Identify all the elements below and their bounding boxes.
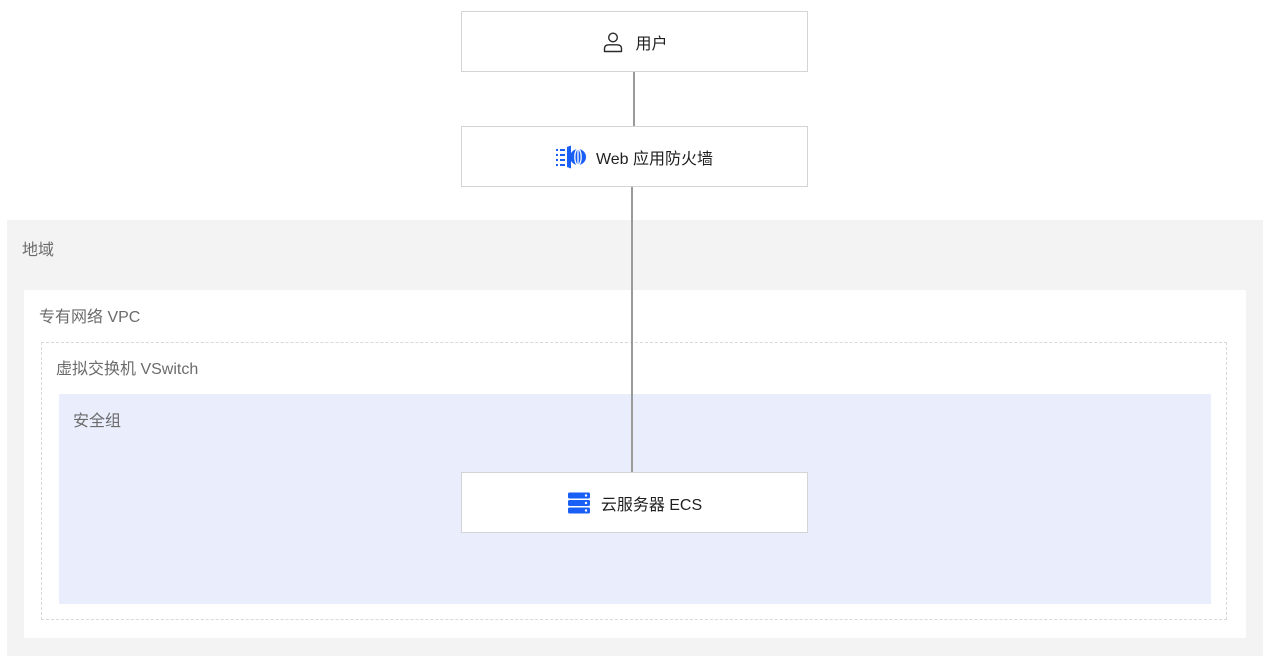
user-node[interactable]: 用户 — [461, 11, 808, 72]
ecs-node[interactable]: 云服务器 ECS — [461, 472, 808, 533]
vswitch-label: 虚拟交换机 VSwitch — [56, 361, 199, 378]
user-label: 用户 — [635, 35, 668, 53]
connector-waf-ecs — [631, 187, 633, 472]
web-firewall-icon — [555, 145, 586, 169]
waf-node[interactable]: Web 应用防火墙 — [461, 126, 808, 187]
ecs-label: 云服务器 ECS — [600, 496, 703, 514]
security-group-label: 安全组 — [73, 413, 122, 430]
region-label: 地域 — [22, 242, 55, 259]
vpc-label: 专有网络 VPC — [39, 309, 141, 326]
waf-label: Web 应用防火墙 — [595, 150, 714, 168]
user-icon — [601, 30, 625, 54]
connector-user-waf — [633, 72, 635, 126]
server-icon — [567, 491, 591, 515]
